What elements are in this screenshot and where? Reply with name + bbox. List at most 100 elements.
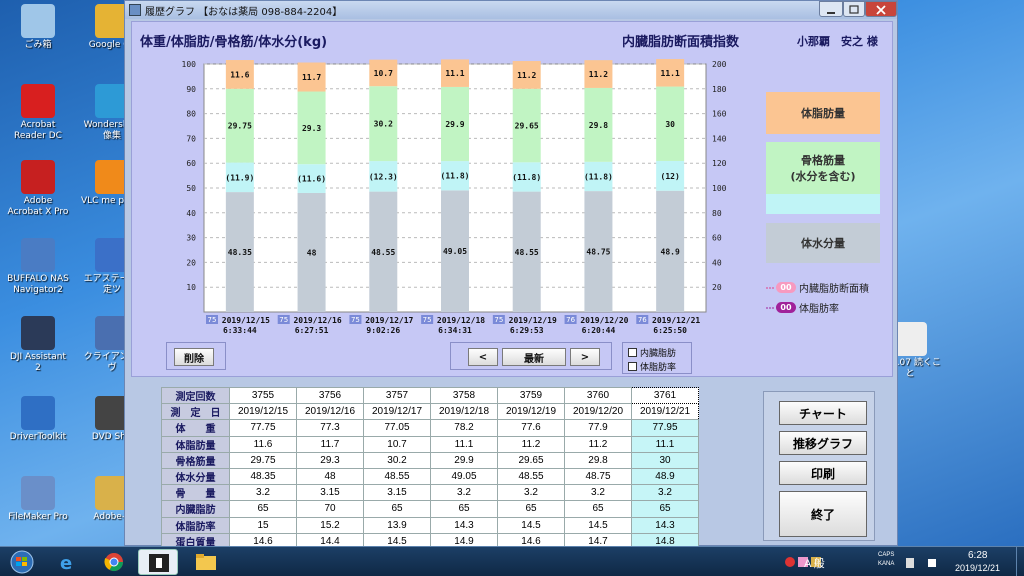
table-cell[interactable]: 77.05 [363, 419, 431, 437]
table-cell[interactable]: 3758 [430, 386, 498, 405]
table-cell[interactable]: 48 [296, 467, 364, 486]
table-row: 内臓脂肪 65 70 65 65 65 65 65 [161, 500, 699, 518]
table-cell[interactable]: 3.15 [296, 484, 364, 502]
table-cell[interactable]: 29.3 [296, 451, 364, 469]
table-row: 骨 量 3.2 3.15 3.15 3.2 3.2 3.2 3.2 [161, 484, 699, 502]
table-cell[interactable]: 13.9 [363, 516, 431, 534]
table-cell[interactable]: 48.55 [497, 467, 565, 486]
taskbar-explorer[interactable] [186, 549, 226, 575]
table-cell[interactable]: 10.7 [363, 435, 431, 453]
table-cell[interactable]: 29.8 [564, 451, 632, 469]
next-button[interactable]: > [570, 348, 600, 366]
table-cell[interactable]: 48.55 [363, 467, 431, 486]
ime-indicator[interactable]: A 般 [804, 555, 825, 571]
table-cell[interactable]: 2019/12/18 [430, 403, 498, 421]
desktop-icon[interactable]: DriverToolkit [6, 396, 70, 443]
table-cell[interactable]: 3755 [229, 386, 297, 405]
fat-rate-checkbox[interactable]: 体脂肪率 [628, 360, 676, 373]
desktop-icon[interactable]: ごみ箱 [6, 4, 70, 51]
clock-time[interactable]: 6:28 [968, 550, 987, 561]
table-cell[interactable]: 2019/12/20 [564, 403, 632, 421]
taskbar-ie[interactable]: e [48, 549, 88, 575]
show-desktop-button[interactable] [1016, 547, 1024, 576]
table-cell[interactable]: 65 [497, 500, 565, 518]
table-cell[interactable]: 14.5 [497, 516, 565, 534]
desktop-icon[interactable]: Adobe Acrobat X Pro [6, 160, 70, 218]
desktop-icon[interactable]: Acrobat Reader DC [6, 84, 70, 142]
table-cell[interactable]: 3.2 [631, 484, 699, 502]
table-cell[interactable]: 11.6 [229, 435, 297, 453]
table-cell[interactable]: 11.7 [296, 435, 364, 453]
table-cell[interactable]: 77.75 [229, 419, 297, 437]
table-cell[interactable]: 48.35 [229, 467, 297, 486]
table-cell[interactable]: 29.9 [430, 451, 498, 469]
table-cell[interactable]: 3757 [363, 386, 431, 405]
table-cell[interactable]: 2019/12/17 [363, 403, 431, 421]
desktop-icon[interactable]: FileMaker Pro [6, 476, 70, 523]
table-cell[interactable]: 11.1 [631, 435, 699, 453]
table-cell[interactable]: 11.1 [430, 435, 498, 453]
table-cell[interactable]: 30 [631, 451, 699, 469]
minimize-button[interactable] [819, 1, 843, 17]
bar-data-label: 49.05 [443, 247, 467, 256]
clock-date[interactable]: 2019/12/21 [955, 563, 1000, 573]
table-cell[interactable]: 48.75 [564, 467, 632, 486]
table-cell[interactable]: 2019/12/21 [631, 403, 699, 421]
visceral-checkbox[interactable]: 内臓脂肪 [628, 346, 676, 359]
table-cell[interactable]: 77.9 [564, 419, 632, 437]
table-cell[interactable]: 70 [296, 500, 364, 518]
table-cell[interactable]: 3.15 [363, 484, 431, 502]
taskbar-chrome[interactable] [94, 549, 134, 575]
trend-graph-button[interactable]: 推移グラフ [779, 431, 867, 455]
table-cell[interactable]: 14.5 [564, 516, 632, 534]
table-cell[interactable]: 77.95 [631, 419, 699, 437]
table-cell[interactable]: 77.3 [296, 419, 364, 437]
table-cell[interactable]: 11.2 [564, 435, 632, 453]
table-cell[interactable]: 3759 [497, 386, 565, 405]
table-cell[interactable]: 65 [363, 500, 431, 518]
table-cell[interactable]: 3761 [631, 386, 699, 405]
print-button[interactable]: 印刷 [779, 461, 867, 485]
table-cell[interactable]: 2019/12/15 [229, 403, 297, 421]
start-button[interactable] [2, 549, 42, 575]
desktop-icon[interactable]: DJI Assistant 2 [6, 316, 70, 374]
table-cell[interactable]: 2019/12/16 [296, 403, 364, 421]
delete-button[interactable]: 削除 [174, 348, 214, 366]
latest-button[interactable]: 最新 [502, 348, 566, 366]
table-cell[interactable]: 65 [229, 500, 297, 518]
table-cell[interactable]: 2019/12/19 [497, 403, 565, 421]
table-cell[interactable]: 14.3 [631, 516, 699, 534]
table-cell[interactable]: 48.9 [631, 467, 699, 486]
table-cell[interactable]: 14.3 [430, 516, 498, 534]
exit-button[interactable]: 終了 [779, 491, 867, 537]
checkbox-box[interactable] [628, 348, 637, 357]
maximize-button[interactable] [843, 1, 865, 17]
table-cell[interactable]: 29.75 [229, 451, 297, 469]
table-cell[interactable]: 29.65 [497, 451, 565, 469]
table-cell[interactable]: 65 [564, 500, 632, 518]
table-cell[interactable]: 3756 [296, 386, 364, 405]
table-cell[interactable]: 3.2 [564, 484, 632, 502]
table-cell[interactable]: 15.2 [296, 516, 364, 534]
table-cell[interactable]: 30.2 [363, 451, 431, 469]
taskbar-app-active[interactable] [138, 549, 178, 575]
table-cell[interactable]: 65 [631, 500, 699, 518]
bar-data-label: (11.8) [512, 173, 541, 182]
table-cell[interactable]: 3760 [564, 386, 632, 405]
table-cell[interactable]: 11.2 [497, 435, 565, 453]
checkbox-box[interactable] [628, 362, 637, 371]
table-cell[interactable]: 77.6 [497, 419, 565, 437]
table-cell[interactable]: 65 [430, 500, 498, 518]
title-bar[interactable]: 履歴グラフ 【おなは薬局 098-884-2204】 [125, 1, 897, 19]
prev-button[interactable]: < [468, 348, 498, 366]
table-cell[interactable]: 78.2 [430, 419, 498, 437]
chart-button[interactable]: チャート [779, 401, 867, 425]
table-cell[interactable]: 3.2 [430, 484, 498, 502]
table-cell[interactable]: 49.05 [430, 467, 498, 486]
table-cell[interactable]: 3.2 [229, 484, 297, 502]
desktop-icon[interactable]: BUFFALO NAS Navigator2 [6, 238, 70, 296]
table-cell[interactable]: 3.2 [497, 484, 565, 502]
table-cell[interactable]: 15 [229, 516, 297, 534]
close-button[interactable] [865, 1, 897, 17]
tray-system[interactable] [902, 555, 942, 574]
